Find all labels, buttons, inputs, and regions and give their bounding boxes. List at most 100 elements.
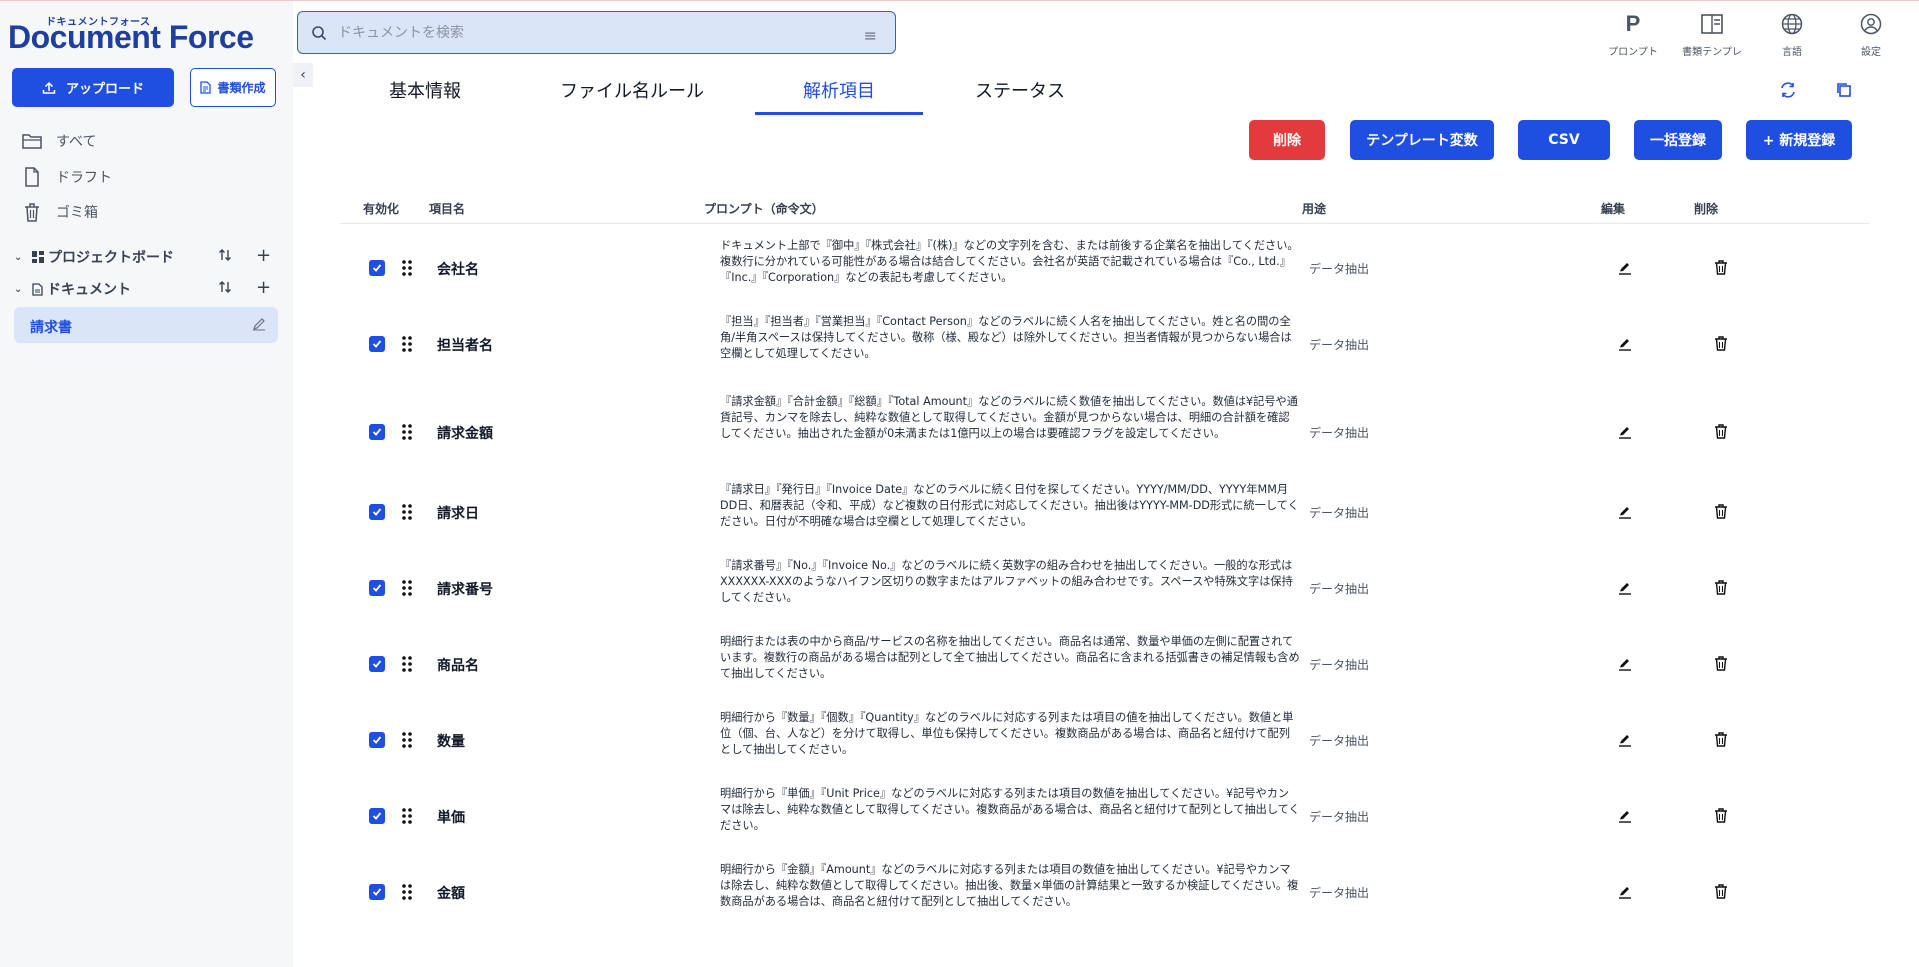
delete-icon[interactable] xyxy=(1714,656,1728,675)
tab-status[interactable]: ステータス xyxy=(962,77,1078,115)
globe-icon xyxy=(1781,11,1803,37)
upload-icon xyxy=(42,81,56,94)
sidebar-item-trash[interactable]: ゴミ箱 xyxy=(22,200,98,224)
drag-handle-icon[interactable] xyxy=(402,423,412,445)
item-prompt: 『請求日』『発行日』『Invoice Date』などのラベルに続く日付を探してく… xyxy=(720,483,1299,528)
sidebar: ドキュメントフォース Document Force アップロード 書類作成 すべ… xyxy=(0,1,293,967)
item-name: 商品名 xyxy=(437,658,479,674)
item-name: 金額 xyxy=(437,886,465,902)
filter-icon[interactable]: ≡ xyxy=(864,26,877,45)
tree-documents[interactable]: ⌄ ドキュメント + xyxy=(14,277,284,301)
item-prompt: 明細行から『数量』『個数』『Quantity』などのラベルに対応する列または項目… xyxy=(720,711,1294,756)
delete-icon[interactable] xyxy=(1714,808,1728,827)
pencil-icon[interactable] xyxy=(252,316,266,335)
drag-handle-icon[interactable] xyxy=(402,503,412,525)
enable-checkbox[interactable] xyxy=(369,808,385,824)
dashboard-icon xyxy=(32,251,44,263)
copy-button[interactable] xyxy=(1833,79,1855,101)
drag-handle-icon[interactable] xyxy=(402,259,412,281)
sidebar-item-all[interactable]: すべて xyxy=(22,129,96,153)
toptool-template[interactable]: 書類テンプレ xyxy=(1676,11,1748,59)
enable-checkbox[interactable] xyxy=(369,580,385,596)
item-name: 単価 xyxy=(437,810,465,826)
csv-button[interactable]: CSV xyxy=(1518,120,1610,160)
tab-label: ステータス xyxy=(975,81,1065,102)
table-row: 担当者名 『担当』『担当者』『営業担当』『Contact Person』などのラベ… xyxy=(340,306,1869,382)
delete-icon[interactable] xyxy=(1714,424,1728,443)
item-usage: データ抽出 xyxy=(1309,658,1370,672)
sidebar-collapse-button[interactable]: ‹ xyxy=(293,63,313,87)
table-row: 数量 明細行から『数量』『個数』『Quantity』などのラベルに対応する列または… xyxy=(340,702,1869,778)
edit-icon[interactable] xyxy=(1618,808,1632,827)
toptool-label: 言語 xyxy=(1782,47,1802,58)
edit-icon[interactable] xyxy=(1618,336,1632,355)
delete-icon[interactable] xyxy=(1714,504,1728,523)
add-icon[interactable]: + xyxy=(256,246,271,266)
brand-logo[interactable]: ドキュメントフォース Document Force xyxy=(8,13,268,55)
delete-icon[interactable] xyxy=(1714,580,1728,599)
trash-icon xyxy=(25,203,39,222)
edit-icon[interactable] xyxy=(1618,732,1632,751)
header-name: 項目名 xyxy=(429,202,466,216)
delete-icon[interactable] xyxy=(1714,260,1728,279)
new-register-button[interactable]: + 新規登録 xyxy=(1746,120,1852,160)
toptool-language[interactable]: 言語 xyxy=(1756,11,1828,59)
enable-checkbox[interactable] xyxy=(369,504,385,520)
search-bar[interactable]: ≡ xyxy=(297,11,896,54)
refresh-button[interactable] xyxy=(1777,79,1799,101)
edit-icon[interactable] xyxy=(1618,580,1632,599)
drag-handle-icon[interactable] xyxy=(402,335,412,357)
edit-icon[interactable] xyxy=(1618,424,1632,443)
search-input[interactable] xyxy=(338,22,818,44)
item-name: 数量 xyxy=(437,734,465,750)
chevron-left-icon: ‹ xyxy=(300,67,306,83)
edit-icon[interactable] xyxy=(1618,504,1632,523)
item-usage: データ抽出 xyxy=(1309,810,1370,824)
delete-icon[interactable] xyxy=(1714,732,1728,751)
tab-analysis-items[interactable]: 解析項目 xyxy=(755,77,923,115)
enable-checkbox[interactable] xyxy=(369,884,385,900)
sort-icon[interactable] xyxy=(218,248,232,266)
chevron-down-icon[interactable]: ⌄ xyxy=(14,252,28,263)
drag-handle-icon[interactable] xyxy=(402,655,412,677)
toptool-prompt[interactable]: P プロンプト xyxy=(1597,11,1669,59)
enable-checkbox[interactable] xyxy=(369,656,385,672)
table-header: 有効化 項目名 プロンプト（命令文） 用途 編集 削除 xyxy=(340,194,1869,224)
tree-project-board[interactable]: ⌄ プロジェクトボード + xyxy=(14,245,284,269)
create-document-button[interactable]: 書類作成 xyxy=(190,68,276,107)
drag-handle-icon[interactable] xyxy=(402,731,412,753)
tab-filename-rules[interactable]: ファイル名ルール xyxy=(550,77,714,115)
sort-icon[interactable] xyxy=(218,280,232,298)
upload-button[interactable]: アップロード xyxy=(12,68,174,107)
sidebar-item-draft[interactable]: ドラフト xyxy=(22,165,112,189)
user-settings-icon xyxy=(1860,11,1882,37)
enable-checkbox[interactable] xyxy=(369,424,385,440)
header-prompt: プロンプト（命令文） xyxy=(704,202,824,216)
edit-icon[interactable] xyxy=(1618,656,1632,675)
tab-basic-info[interactable]: 基本情報 xyxy=(370,77,480,115)
edit-icon[interactable] xyxy=(1618,260,1632,279)
delete-button[interactable]: 削除 xyxy=(1249,120,1325,160)
drag-handle-icon[interactable] xyxy=(402,883,412,905)
file-icon xyxy=(25,167,39,187)
item-prompt: 『請求番号』『No.』『Invoice No.』などのラベルに続く英数字の組み合… xyxy=(720,559,1293,604)
add-icon[interactable]: + xyxy=(256,278,271,298)
tab-label: 基本情報 xyxy=(389,81,461,102)
check-icon xyxy=(372,428,382,436)
chevron-down-icon[interactable]: ⌄ xyxy=(14,284,28,295)
edit-icon[interactable] xyxy=(1618,884,1632,903)
bulk-register-button[interactable]: 一括登録 xyxy=(1634,120,1722,160)
template-variables-button[interactable]: テンプレート変数 xyxy=(1350,120,1494,160)
tree-item-invoice[interactable]: 請求書 xyxy=(14,307,278,343)
drag-handle-icon[interactable] xyxy=(402,807,412,829)
drag-handle-icon[interactable] xyxy=(402,579,412,601)
delete-icon[interactable] xyxy=(1714,336,1728,355)
delete-icon[interactable] xyxy=(1714,884,1728,903)
sidebar-item-label: ゴミ箱 xyxy=(56,205,98,221)
enable-checkbox[interactable] xyxy=(369,336,385,352)
document-icon xyxy=(200,81,212,94)
toptool-label: 書類テンプレ xyxy=(1682,47,1742,58)
enable-checkbox[interactable] xyxy=(369,260,385,276)
enable-checkbox[interactable] xyxy=(369,732,385,748)
toptool-settings[interactable]: 設定 xyxy=(1835,11,1907,59)
